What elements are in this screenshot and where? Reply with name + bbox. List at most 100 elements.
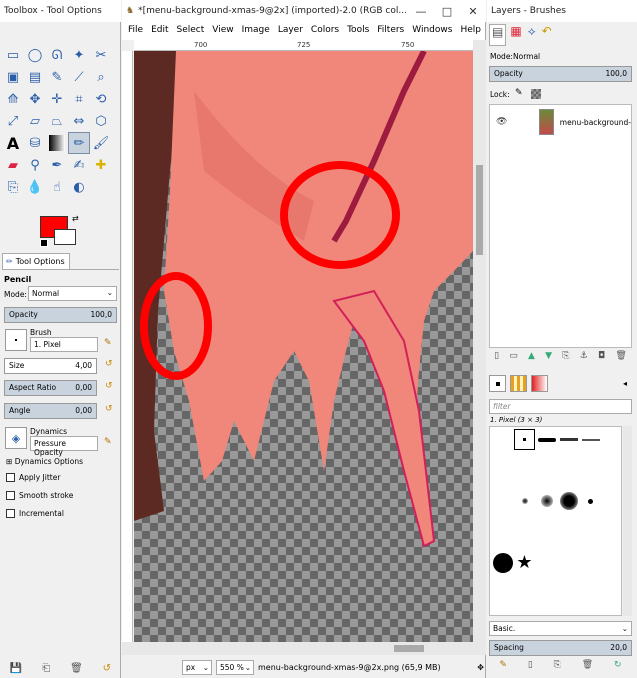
crop-tool-icon[interactable]: ⌗ xyxy=(68,88,90,110)
background-color-swatch[interactable] xyxy=(54,229,76,245)
spacing-slider[interactable]: Spacing 20,0 xyxy=(489,640,632,656)
menu-image[interactable]: Image xyxy=(238,22,274,38)
maximize-button[interactable]: □ xyxy=(434,5,460,18)
vertical-ruler[interactable] xyxy=(122,51,133,655)
menu-colors[interactable]: Colors xyxy=(307,22,343,38)
blur-tool-icon[interactable]: 💧 xyxy=(24,176,46,198)
layers-opacity-slider[interactable]: Opacity 100,0 xyxy=(489,66,632,82)
angle-reset-icon[interactable]: ↺ xyxy=(105,404,113,414)
save-options-icon[interactable]: 💾 xyxy=(10,663,22,674)
menu-edit[interactable]: Edit xyxy=(147,22,172,38)
fuzzy-select-tool-icon[interactable]: ✦ xyxy=(68,44,90,66)
dynamics-preview-button[interactable]: ◈ xyxy=(5,427,27,449)
brush-item[interactable] xyxy=(514,491,535,512)
cage-tool-icon[interactable]: ⬡ xyxy=(90,110,112,132)
paintbrush-tool-icon[interactable]: 🖌 xyxy=(90,132,112,154)
perspective-tool-icon[interactable]: ⏢ xyxy=(46,110,68,132)
channels-tab-icon[interactable]: ▦ xyxy=(508,24,523,46)
menu-help[interactable]: Help xyxy=(456,22,485,38)
minimize-button[interactable]: — xyxy=(408,5,434,18)
shear-tool-icon[interactable]: ▱ xyxy=(24,110,46,132)
ink-tool-icon[interactable]: ✒ xyxy=(46,154,68,176)
airbrush-tool-icon[interactable]: ⚲ xyxy=(24,154,46,176)
scale-tool-icon[interactable]: ⤢ xyxy=(2,110,24,132)
navigate-icon[interactable]: ✥ xyxy=(477,663,484,672)
clone-tool-icon[interactable]: ⎘ xyxy=(2,176,24,198)
delete-options-icon[interactable]: 🗑 xyxy=(70,663,83,674)
lower-layer-icon[interactable]: ▼ xyxy=(545,351,552,367)
patterns-tab-icon[interactable] xyxy=(510,375,527,392)
bucket-fill-tool-icon[interactable]: ⛁ xyxy=(24,132,46,154)
menu-select[interactable]: Select xyxy=(173,22,209,38)
paths-tool-icon[interactable]: ✎ xyxy=(46,66,68,88)
vertical-scrollbar[interactable] xyxy=(473,40,486,655)
move-tool-icon[interactable]: ✥ xyxy=(24,88,46,110)
smooth-stroke-checkbox[interactable]: Smooth stroke xyxy=(6,491,73,500)
tool-options-tab[interactable]: ✏ Tool Options xyxy=(2,253,70,269)
brush-item[interactable] xyxy=(580,491,601,512)
duplicate-layer-icon[interactable]: ⎘ xyxy=(562,351,569,367)
heal-tool-icon[interactable]: ✚ xyxy=(90,154,112,176)
menu-filters[interactable]: Filters xyxy=(373,22,408,38)
delete-brush-icon[interactable]: 🗑 xyxy=(582,660,593,676)
gradients-tab-icon[interactable] xyxy=(531,375,548,392)
paths-tab-icon[interactable]: ⟡ xyxy=(526,24,538,46)
brush-grid-scrollbar[interactable] xyxy=(623,426,632,616)
close-button[interactable]: ✕ xyxy=(460,5,486,18)
delete-layer-icon[interactable]: 🗑 xyxy=(615,351,626,367)
anchor-layer-icon[interactable]: ⚓ xyxy=(580,351,588,367)
horizontal-ruler[interactable]: 700 725 750 xyxy=(134,40,473,51)
brush-item[interactable] xyxy=(492,491,513,512)
color-select-tool-icon[interactable]: ▣ xyxy=(2,66,24,88)
ellipse-select-tool-icon[interactable]: ◯ xyxy=(24,44,46,66)
restore-options-icon[interactable]: ⎗ xyxy=(42,663,50,674)
horizontal-scroll-thumb[interactable] xyxy=(394,645,424,652)
brush-item[interactable] xyxy=(536,491,557,512)
text-tool-icon[interactable]: A xyxy=(2,132,24,154)
angle-slider[interactable]: Angle 0,00 xyxy=(4,403,97,419)
aspect-reset-icon[interactable]: ↺ xyxy=(105,381,113,391)
zoom-select[interactable]: 550 % ⌄ xyxy=(216,659,254,675)
mode-select[interactable]: Normal ⌄ xyxy=(28,286,117,301)
gradient-tool-icon[interactable] xyxy=(49,135,65,151)
swap-colors-icon[interactable]: ⇄ xyxy=(72,214,79,223)
eraser-tool-icon[interactable]: ▰ xyxy=(2,154,24,176)
reset-colors-icon[interactable] xyxy=(40,239,48,247)
refresh-brushes-icon[interactable]: ↻ xyxy=(614,660,622,676)
raise-layer-icon[interactable]: ▲ xyxy=(528,351,535,367)
free-select-tool-icon[interactable]: ᘏ xyxy=(46,44,68,66)
opacity-slider[interactable]: Opacity 100,0 xyxy=(4,307,117,323)
brush-set-select[interactable]: Basic. ⌄ xyxy=(489,621,632,636)
toolbox-titlebar[interactable]: Toolbox - Tool Options xyxy=(0,0,121,22)
new-group-icon[interactable]: ▭ xyxy=(509,351,518,367)
layers-tab-icon[interactable]: ▤ xyxy=(489,24,507,46)
new-layer-icon[interactable]: ▯ xyxy=(494,351,499,367)
apply-jitter-checkbox[interactable]: Apply Jitter xyxy=(6,473,60,482)
brush-item-selected[interactable] xyxy=(514,429,535,450)
pencil-tool-icon[interactable]: ✏ xyxy=(68,132,90,154)
brush-item[interactable] xyxy=(580,429,601,450)
brush-item[interactable] xyxy=(558,491,579,512)
menu-tools[interactable]: Tools xyxy=(343,22,373,38)
menu-file[interactable]: File xyxy=(124,22,147,38)
brush-item[interactable]: ★ xyxy=(514,552,535,573)
edit-brush-icon[interactable]: ✎ xyxy=(104,338,112,348)
brush-filter-input[interactable]: filter xyxy=(489,399,632,414)
brush-name-field[interactable]: 1. Pixel xyxy=(30,337,98,352)
layer-name[interactable]: menu-background- xyxy=(560,118,631,127)
mask-layer-icon[interactable]: ◘ xyxy=(598,351,605,367)
brush-item[interactable] xyxy=(558,429,579,450)
incremental-checkbox[interactable]: Incremental xyxy=(6,509,64,518)
scissors-tool-icon[interactable]: ✂ xyxy=(90,44,112,66)
menu-layer[interactable]: Layer xyxy=(274,22,307,38)
vertical-scroll-thumb[interactable] xyxy=(476,165,483,255)
aspect-ratio-slider[interactable]: Aspect Ratio 0,00 xyxy=(4,380,97,396)
layer-row[interactable]: 👁 menu-background- xyxy=(490,107,631,137)
edit-dynamics-icon[interactable]: ✎ xyxy=(104,437,112,447)
mypaint-brush-tool-icon[interactable]: ✍ xyxy=(68,154,90,176)
layers-mode-value[interactable]: Normal xyxy=(513,52,540,61)
size-reset-icon[interactable]: ↺ xyxy=(105,359,113,369)
rotate-tool-icon[interactable]: ⟲ xyxy=(90,88,112,110)
brush-item[interactable] xyxy=(492,552,513,573)
reset-options-icon[interactable]: ↺ xyxy=(103,663,111,674)
